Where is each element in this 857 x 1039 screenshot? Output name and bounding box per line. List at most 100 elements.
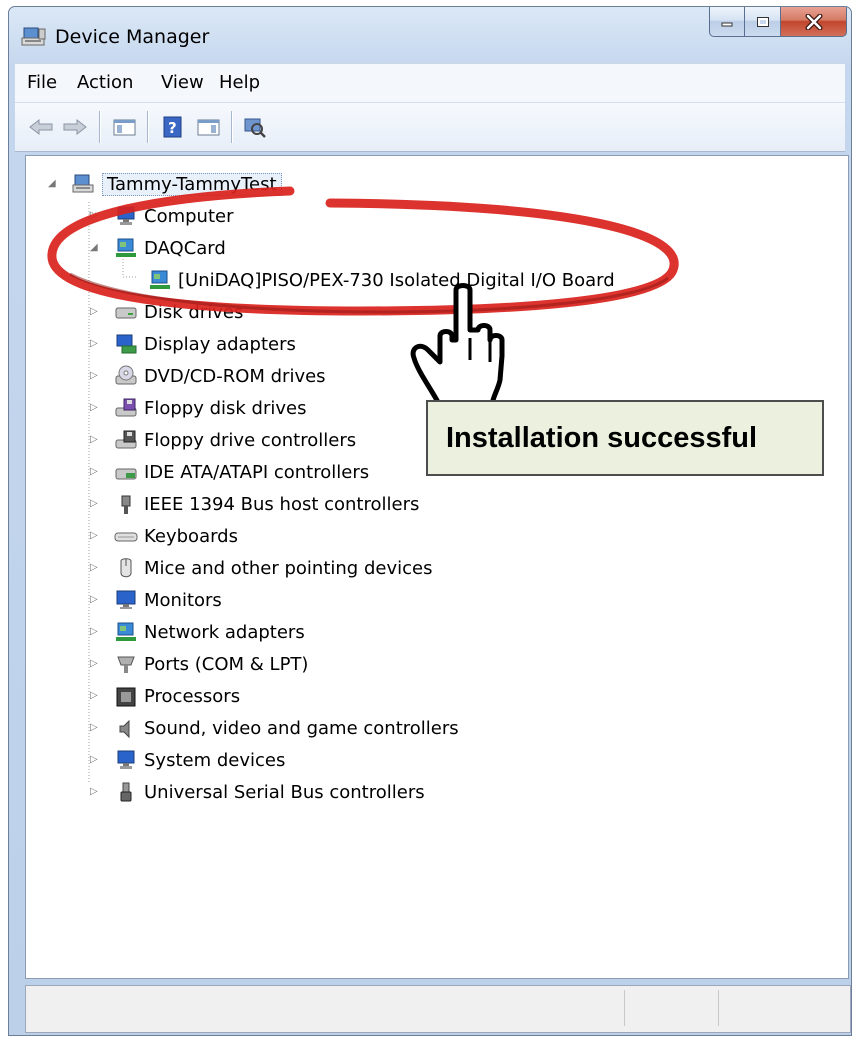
tree-root-node[interactable]: ◢ Tammy-TammyTest [48,170,282,198]
installation-successful-callout: Installation successful [426,400,824,476]
tree-item-label: Floppy disk drives [144,397,307,419]
tree-category-row[interactable]: ▷ Display adapters [90,330,296,358]
scan-hardware-changes-button[interactable] [241,113,269,141]
menu-action[interactable]: Action [77,72,133,93]
tree-item-label: Sound, video and game controllers [144,717,459,739]
tree-item-label: Tammy-TammyTest [102,172,282,196]
tree-item-label: Display adapters [144,333,296,355]
expand-arrow-icon[interactable]: ▷ [90,211,100,221]
close-button[interactable] [781,7,847,37]
display-adapter-icon [116,334,137,354]
close-icon [805,13,822,30]
collapse-arrow-icon[interactable]: ◢ [90,243,100,253]
tree-category-row[interactable]: ▷ Network adapters [90,618,305,646]
tree-category-row[interactable]: ▷ System devices [90,746,286,774]
expand-arrow-icon[interactable]: ▷ [90,691,100,701]
expand-arrow-icon[interactable]: ▷ [90,467,100,477]
tree-category-row[interactable]: ▷ DVD/CD-ROM drives [90,362,326,390]
tree-category-row[interactable]: ▷ Monitors [90,586,222,614]
tree-item-label: Mice and other pointing devices [144,557,433,579]
expand-arrow-icon[interactable]: ▷ [90,563,100,573]
system-device-icon [117,750,135,769]
back-arrow-icon [29,118,53,136]
menu-file[interactable]: File [27,72,57,93]
tree-item-label: Floppy drive controllers [144,429,357,451]
toolbar-separator [147,111,149,143]
monitor-icon [116,590,136,609]
title-bar[interactable]: Device Manager [9,7,851,63]
tree-category-row[interactable]: ▷ IDE ATA/ATAPI controllers [90,458,369,486]
keyboard-icon [114,532,138,542]
daq-card-icon [116,238,136,257]
expand-arrow-icon[interactable]: ▷ [90,499,100,509]
toolbar-separator [99,111,101,143]
collapse-arrow-icon[interactable]: ◢ [48,179,58,189]
expand-arrow-icon[interactable]: ▷ [90,435,100,445]
properties-pane-icon [197,119,220,136]
expand-arrow-icon[interactable]: ▷ [90,659,100,669]
expand-arrow-icon[interactable]: ▷ [90,627,100,637]
tree-category-row[interactable]: ▷ IEEE 1394 Bus host controllers [90,490,420,518]
help-button[interactable]: ? [159,113,187,141]
tree-item-label: System devices [144,749,286,771]
properties-pane-button[interactable] [195,113,223,141]
expand-arrow-icon[interactable]: ▷ [90,403,100,413]
minimize-icon [721,22,733,26]
status-bar-pane [718,990,719,1026]
tree-category-row[interactable]: ▷ Computer [90,202,234,230]
tree-item-label: Disk drives [144,301,244,323]
status-bar [25,985,851,1033]
tree-item-label: Ports (COM & LPT) [144,653,309,675]
tree-item-label: IEEE 1394 Bus host controllers [144,493,420,515]
tree-item-label: Universal Serial Bus controllers [144,781,425,803]
io-board-icon [150,270,170,289]
minimize-button[interactable] [709,7,745,37]
mouse-icon [120,558,132,578]
expand-arrow-icon[interactable]: ▷ [90,755,100,765]
forward-button[interactable] [61,113,89,141]
expand-arrow-icon[interactable]: ▷ [90,723,100,733]
tree-item-label: Computer [144,205,234,227]
menu-bar: File Action View Help [15,63,845,102]
maximize-button[interactable] [745,7,781,37]
expand-arrow-icon[interactable]: ▷ [90,531,100,541]
tree-item-label: DAQCard [144,237,226,259]
show-hide-console-tree-icon [113,119,136,136]
tree-category-row[interactable]: ▷ Mice and other pointing devices [90,554,433,582]
floppy-controller-icon [115,430,137,449]
tree-item-label: Processors [144,685,241,707]
tree-category-row[interactable]: ▷ Processors [90,682,241,710]
tree-item-label: DVD/CD-ROM drives [144,365,326,387]
window-title: Device Manager [55,26,210,48]
floppy-disk-icon [115,398,137,417]
tree-category-row[interactable]: ▷ Universal Serial Bus controllers [90,778,425,806]
back-button[interactable] [27,113,55,141]
help-icon: ? [163,116,182,138]
expand-arrow-icon[interactable]: ▷ [90,595,100,605]
tree-category-row[interactable]: ◢ DAQCard [90,234,226,262]
expand-arrow-icon[interactable]: ▷ [90,339,100,349]
menu-view[interactable]: View [161,72,204,93]
disk-drive-icon [115,307,137,319]
network-adapter-icon [116,622,136,641]
toolbar: ? [15,102,845,152]
expand-arrow-icon[interactable]: ▷ [90,307,100,317]
scan-hardware-changes-icon [244,118,266,138]
tree-category-row[interactable]: ▷ Ports (COM & LPT) [90,650,309,678]
tree-item-label: Monitors [144,589,222,611]
tree-item-label: [UniDAQ]PISO/PEX-730 Isolated Digital I/… [178,269,615,291]
show-hide-console-tree-button[interactable] [111,113,139,141]
expand-arrow-icon[interactable]: ▷ [90,371,100,381]
tree-category-row[interactable]: ▷ Sound, video and game controllers [90,714,459,742]
tree-category-row[interactable]: ▷ Floppy drive controllers [90,426,357,454]
device-manager-icon [21,27,46,46]
menu-help[interactable]: Help [219,72,260,93]
device-tree-pane[interactable]: ◢ Tammy-TammyTest ▷ Computer ◢ DAQCard [UniDAQ… [25,155,849,979]
tree-device-row[interactable]: [UniDAQ]PISO/PEX-730 Isolated Digital I/… [148,266,615,294]
tree-category-row[interactable]: ▷ Floppy disk drives [90,394,307,422]
usb-icon [120,782,132,802]
tree-category-row[interactable]: ▷ Keyboards [90,522,238,550]
tree-category-row[interactable]: ▷ Disk drives [90,298,244,326]
expand-arrow-icon[interactable]: ▷ [90,787,100,797]
ide-controller-icon [115,468,137,480]
